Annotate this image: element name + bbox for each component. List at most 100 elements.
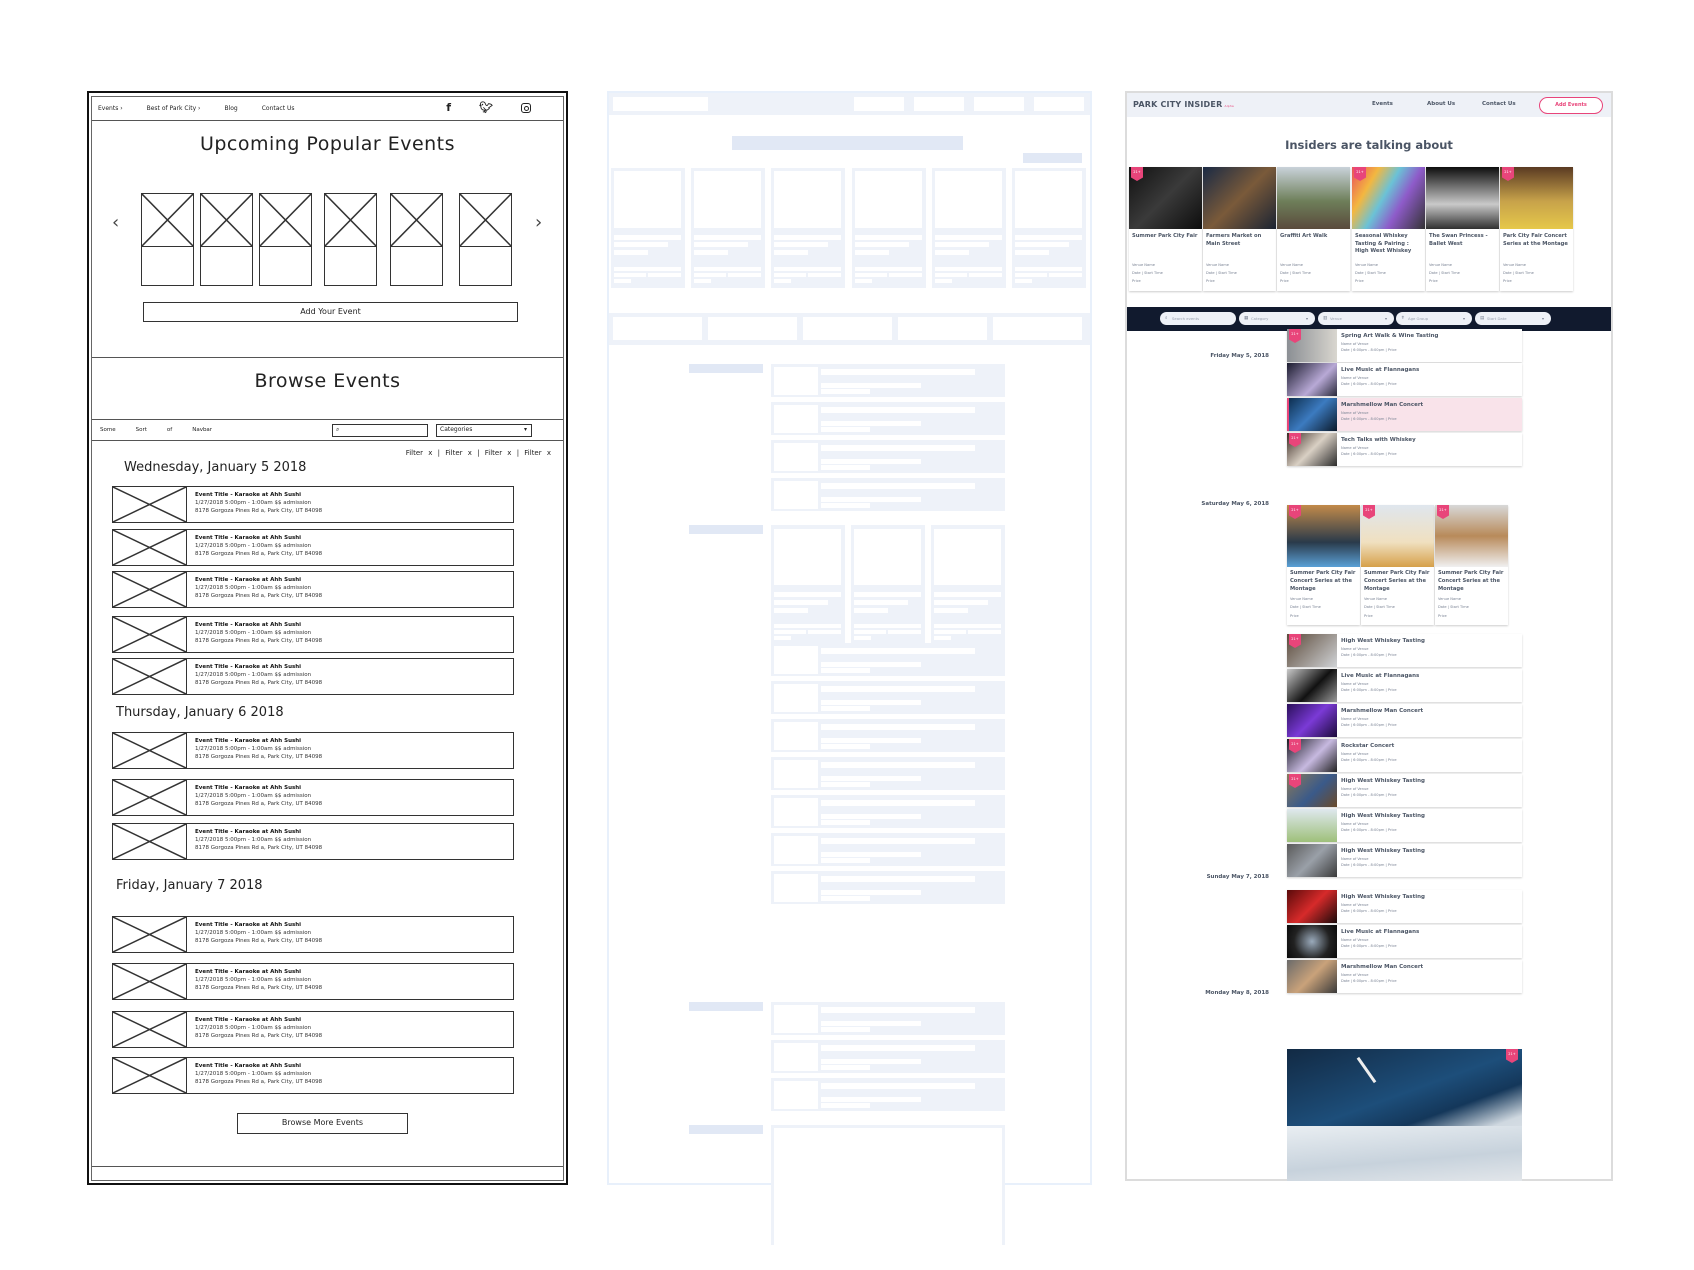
event-card[interactable]: 21+ Summer Park City Fair Concert Series … [1435,505,1508,625]
event-row[interactable]: 21+ Tech Talks with Whiskey Name of Venue D… [1287,433,1522,466]
event-row[interactable]: High West Whiskey Tasting Name of Venue Da… [1287,809,1522,842]
add-events-button[interactable]: Add Events [1539,97,1603,114]
popular-event-card[interactable]: 21+ Summer Park City Fair Venue Name Date |… [1129,167,1202,291]
filter-chip[interactable]: Filter x [485,449,512,457]
nav-events[interactable]: Events › [98,105,123,112]
search-input[interactable]: ⌕ Search events [1160,312,1236,325]
skeleton-line [774,250,808,255]
subnav-item[interactable]: Some [100,427,116,433]
event-row[interactable]: Event Title - Karaoke at Ahh Sushi 1/27/2… [112,658,514,695]
carousel-card[interactable] [324,193,377,286]
price: Price [1355,279,1364,283]
event-row[interactable]: Event Title - Karaoke at Ahh Sushi 1/27/2… [112,732,514,769]
event-card[interactable]: 21+ Summer Park City Fair Concert Series … [1361,505,1434,625]
nav-about-us[interactable]: About Us [1427,101,1455,107]
skeleton-nav-item [974,97,1024,111]
event-row[interactable]: Event Title - Karaoke at Ahh Sushi 1/27/2… [112,779,514,816]
add-your-event-button[interactable]: Add Your Event [143,302,518,322]
category-select[interactable]: ▦ Category ▾ [1239,312,1315,325]
event-details: Event Title - Karaoke at Ahh Sushi 1/27/2… [195,534,322,558]
filter-chip[interactable]: Filter x [406,449,433,457]
skeleton-line [821,483,975,489]
popular-event-card[interactable]: 21+ Seasonal Whiskey Tasting & Pairing : … [1352,167,1425,291]
filter-chip[interactable]: Filter x [445,449,472,457]
nav-best-of-park-city[interactable]: Best of Park City › [147,105,201,112]
event-address: 8178 Gorgoza Pines Rd a, Park City, UT 8… [195,551,323,557]
popular-event-card[interactable]: 21+ Park City Fair Concert Series at the … [1500,167,1573,291]
carousel-next-icon[interactable]: › [535,212,542,233]
featured-event-hero[interactable]: 21+ [1287,1049,1522,1181]
skeleton-nav-item [1034,97,1084,111]
event-row[interactable]: Event Title - Karaoke at Ahh Sushi 1/27/2… [112,963,514,1000]
event-row[interactable]: 21+ Spring Art Walk & Wine Tasting Name of… [1287,329,1522,362]
nav-events[interactable]: Events [1372,101,1393,107]
event-row[interactable]: 21+ Rockstar Concert Name of Venue Date | 6… [1287,739,1522,772]
event-row[interactable]: 21+ High West Whiskey Tasting Name of Venu… [1287,634,1522,667]
subnav-item[interactable]: Sort [136,427,147,433]
event-row[interactable]: Event Title - Karaoke at Ahh Sushi 1/27/2… [112,571,514,608]
skeleton-row-image [774,1081,818,1109]
venue-name: Name of Venue [1341,342,1369,346]
event-row[interactable]: Event Title - Karaoke at Ahh Sushi 1/27/2… [112,529,514,566]
event-row[interactable]: Live Music at Flannagans Name of Venue Dat… [1287,925,1522,958]
date-time: Date | Start Time [1280,271,1311,275]
instagram-icon[interactable] [521,102,531,113]
carousel-card[interactable] [459,193,512,286]
event-row[interactable]: Live Music at Flannagans Name of Venue Dat… [1287,363,1522,396]
venue-select[interactable]: ▥ Venue ▾ [1318,312,1394,325]
carousel-card[interactable] [141,193,194,286]
carousel-card[interactable] [259,193,312,286]
card-meta: Venue Name Date | Start Time Price [1429,261,1460,285]
card-meta: Venue Name Date | Start Time Price [1206,261,1237,285]
date-time-price: Date | 6:00pm - 8:00pm | Price [1341,417,1397,421]
event-title: Live Music at Flannagans [1341,367,1420,373]
image-placeholder-icon [113,917,187,952]
popular-event-card[interactable]: The Swan Princess - Ballet West Venue Nam… [1426,167,1499,291]
carousel-card[interactable] [390,193,443,286]
categories-select[interactable]: Categories ▾ [436,424,532,437]
nav-blog[interactable]: Blog [224,105,237,112]
venue-name: Venue Name [1438,597,1461,601]
price: Price [1132,279,1141,283]
carousel-card[interactable] [200,193,253,286]
browse-more-events-button[interactable]: Browse More Events [237,1113,408,1134]
event-row[interactable]: High West Whiskey Tasting Name of Venue Da… [1287,844,1522,877]
price: Price [1429,279,1438,283]
subnav-item[interactable]: of [167,427,172,433]
carousel-prev-icon[interactable]: ‹ [112,212,119,233]
event-row[interactable]: Event Title - Karaoke at Ahh Sushi 1/27/2… [112,823,514,860]
event-row[interactable]: Event Title - Karaoke at Ahh Sushi 1/27/2… [112,486,514,523]
hifi-mockup-panel: PARK CITY INSIDER Alpha Events About Us C… [1125,91,1613,1181]
subnav-item[interactable]: Navbar [192,427,212,433]
start-date-select[interactable]: ▤ Start Date ▾ [1475,312,1551,325]
nav-contact-us[interactable]: Contact Us [1482,101,1516,107]
event-row[interactable]: 21+ High West Whiskey Tasting Name of Venu… [1287,774,1522,807]
skeleton-line [821,820,870,825]
event-row[interactable]: Event Title - Karaoke at Ahh Sushi 1/27/2… [112,1011,514,1048]
site-logo[interactable]: PARK CITY INSIDER Alpha [1133,100,1234,109]
event-title: The Swan Princess - Ballet West [1429,233,1488,247]
age-group-icon: ✝ [1401,316,1405,321]
search-icon: ⌕ [1165,316,1168,321]
event-card[interactable]: 21+ Summer Park City Fair Concert Series … [1287,505,1360,625]
day-heading: Friday, January 7 2018 [116,878,263,893]
event-row[interactable]: Event Title - Karaoke at Ahh Sushi 1/27/2… [112,616,514,653]
venue-name: Name of Venue [1341,376,1369,380]
filter-chip[interactable]: Filter x [524,449,551,457]
event-row[interactable]: Marshmellow Man Concert Name of Venue Date… [1287,960,1522,993]
twitter-icon[interactable]: 🐦︎ [479,101,493,114]
image-placeholder-icon [113,572,187,607]
facebook-icon[interactable]: f [446,101,451,114]
popular-event-card[interactable]: Farmers Market on Main Street Venue Name D… [1203,167,1276,291]
skeleton-line [1015,242,1069,247]
popular-event-card[interactable]: Graffiti Art Walk Venue Name Date | Start … [1277,167,1350,291]
event-row[interactable]: Live Music at Flannagans Name of Venue Dat… [1287,669,1522,702]
event-row[interactable]: High West Whiskey Tasting Name of Venue Da… [1287,890,1522,923]
nav-contact-us[interactable]: Contact Us [262,105,295,112]
event-row[interactable]: Event Title - Karaoke at Ahh Sushi 1/27/2… [112,916,514,953]
age-group-select[interactable]: ✝ Age Group ▾ [1396,312,1472,325]
event-row[interactable]: Event Title - Karaoke at Ahh Sushi 1/27/2… [112,1057,514,1094]
event-row[interactable]: Marshmellow Man Concert Name of Venue Date… [1287,398,1522,431]
search-input[interactable]: ⌕ [332,424,428,437]
event-row[interactable]: Marshmellow Man Concert Name of Venue Date… [1287,704,1522,737]
